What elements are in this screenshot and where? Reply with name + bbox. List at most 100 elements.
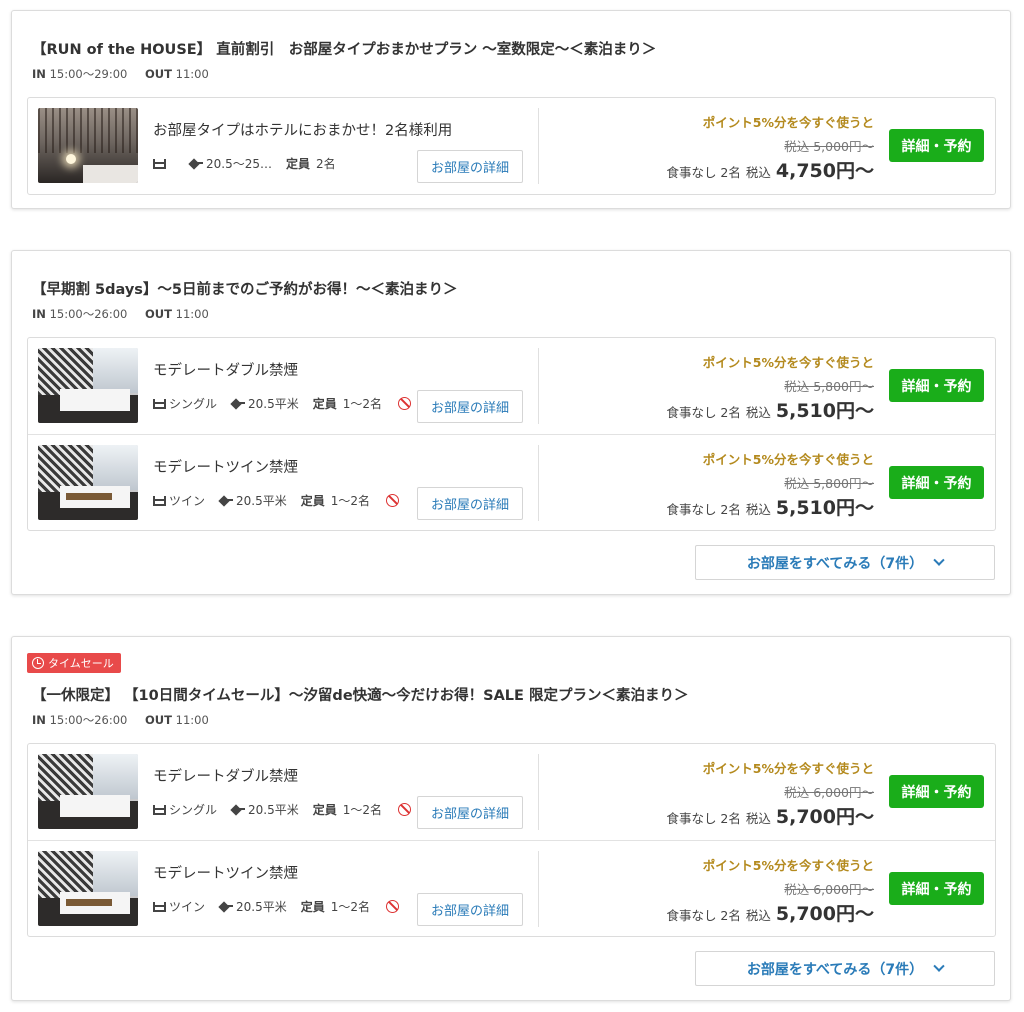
meal-info: 食事なし 2名 [666,405,741,420]
capacity-label: 定員 [312,803,337,817]
room-photo[interactable] [38,851,138,926]
original-price: 税込 5,000円～ [784,139,874,154]
room-detail-button[interactable]: お部屋の詳細 [417,796,523,829]
original-price: 税込 5,800円～ [784,379,874,394]
tax-label: 税込 [745,405,771,420]
checkout-time: 11:00 [175,67,209,81]
checkout-time: 11:00 [175,307,209,321]
reserve-button[interactable]: 詳細・予約 [889,872,984,905]
bed-icon [153,398,166,409]
meal-info: 食事なし 2名 [666,811,741,826]
no-smoking-icon [386,494,400,507]
reserve-button[interactable]: 詳細・予約 [889,129,984,162]
reserve-button[interactable]: 詳細・予約 [889,466,984,499]
capacity: 1～2名 [342,397,383,411]
meal-info: 食事なし 2名 [666,165,741,180]
reserve-button[interactable]: 詳細・予約 [889,775,984,808]
room-name[interactable]: モデレートダブル禁煙 [153,359,298,380]
no-smoking-icon [386,900,400,913]
checkout-time: 11:00 [175,713,209,727]
see-all-label: お部屋をすべてみる（7件） [746,961,924,978]
room-photo[interactable] [38,348,138,423]
room-row: モデレートダブル禁煙 シングル 20.5平米 定員 1～2名 お部屋の詳細 ポイン… [28,338,995,434]
divider [538,851,539,927]
capacity: 1～2名 [330,494,371,508]
bed-icon [153,495,166,506]
plan-title[interactable]: 【一休限定】 【10日間タイムセール】～汐留de快適～今だけお得！SALE 限定… [32,684,689,705]
chevron-down-icon [933,554,945,566]
checkin-time: 15:00～26:00 [49,307,128,321]
no-smoking-icon [398,803,412,816]
price: 5,510円～ [775,400,874,422]
see-all-rooms-button[interactable]: お部屋をすべてみる（7件） [695,951,995,986]
capacity: 1～2名 [330,900,371,914]
room-name[interactable]: モデレートツイン禁煙 [153,862,298,883]
plan-title[interactable]: 【RUN of the HOUSE】 直前割引 お部屋タイプおまかせプラン ～室… [32,38,656,59]
room-detail-button[interactable]: お部屋の詳細 [417,487,523,520]
tax-label: 税込 [745,811,771,826]
checkin-time: 15:00～26:00 [49,713,128,727]
room-name[interactable]: モデレートツイン禁煙 [153,456,298,477]
room-detail-button[interactable]: お部屋の詳細 [417,893,523,926]
room-area: 20.5～25… [206,157,272,171]
capacity: 2名 [316,157,336,171]
no-smoking-icon [398,397,412,410]
price: 4,750円～ [775,160,874,182]
capacity-label: 定員 [286,157,311,171]
bed-type: シングル [169,803,218,817]
checkout-label: OUT [145,713,172,727]
price: 5,700円～ [775,903,874,925]
room-detail-button[interactable]: お部屋の詳細 [417,150,523,183]
bed-type: シングル [169,397,218,411]
point-note: ポイント5%分を今すぐ使うと [702,452,874,467]
price: 5,510円～ [775,497,874,519]
bed-icon [153,901,166,912]
see-all-rooms-button[interactable]: お部屋をすべてみる（7件） [695,545,995,580]
checkout-label: OUT [145,67,172,81]
area-icon [231,805,246,815]
point-note: ポイント5%分を今すぐ使うと [702,355,874,370]
checkin-label: IN [32,307,46,321]
divider [538,348,539,424]
room-photo[interactable] [38,754,138,829]
room-area: 20.5平米 [248,803,299,817]
price-line: 食事なし 2名 税込 5,510円～ [666,396,874,423]
bed-icon [153,158,166,169]
checkin-label: IN [32,67,46,81]
capacity-label: 定員 [300,494,325,508]
plan-card: 【RUN of the HOUSE】 直前割引 お部屋タイプおまかせプラン ～室… [11,10,1011,209]
badge-label: タイムセール [48,657,114,670]
room-row: モデレートツイン禁煙 ツイン 20.5平米 定員 1～2名 お部屋の詳細 ポイント… [28,840,995,936]
bed-type: ツイン [169,900,206,914]
price: 5,700円～ [775,806,874,828]
tax-label: 税込 [745,502,771,517]
room-detail-button[interactable]: お部屋の詳細 [417,390,523,423]
divider [538,445,539,521]
reserve-button[interactable]: 詳細・予約 [889,369,984,402]
original-price: 税込 6,000円～ [784,882,874,897]
divider [538,754,539,830]
area-icon [231,399,246,409]
tax-label: 税込 [745,165,771,180]
plan-title[interactable]: 【早期割 5days】～5日前までのご予約がお得！～＜素泊まり＞ [32,278,458,299]
capacity-label: 定員 [312,397,337,411]
room-meta: シングル 20.5平米 定員 1～2名 [153,801,412,818]
room-name[interactable]: お部屋タイプはホテルにおまかせ！2名様利用 [153,119,452,140]
room-name[interactable]: モデレートダブル禁煙 [153,765,298,786]
bed-icon [153,804,166,815]
price-line: 食事なし 2名 税込 5,700円～ [666,802,874,829]
room-photo[interactable] [38,108,138,183]
original-price: 税込 6,000円～ [784,785,874,800]
meal-info: 食事なし 2名 [666,908,741,923]
room-area: 20.5平米 [236,494,287,508]
room-list: お部屋タイプはホテルにおまかせ！2名様利用 20.5～25… 定員 2名 お部屋の… [27,97,996,195]
bed-type: ツイン [169,494,206,508]
divider [538,108,539,184]
area-icon [189,159,203,169]
checkin-time: 15:00～29:00 [49,67,128,81]
room-photo[interactable] [38,445,138,520]
room-row: モデレートツイン禁煙 ツイン 20.5平米 定員 1～2名 お部屋の詳細 ポイント… [28,434,995,530]
point-note: ポイント5%分を今すぐ使うと [702,858,874,873]
room-meta: シングル 20.5平米 定員 1～2名 [153,395,412,412]
room-row: お部屋タイプはホテルにおまかせ！2名様利用 20.5～25… 定員 2名 お部屋の… [28,98,995,194]
